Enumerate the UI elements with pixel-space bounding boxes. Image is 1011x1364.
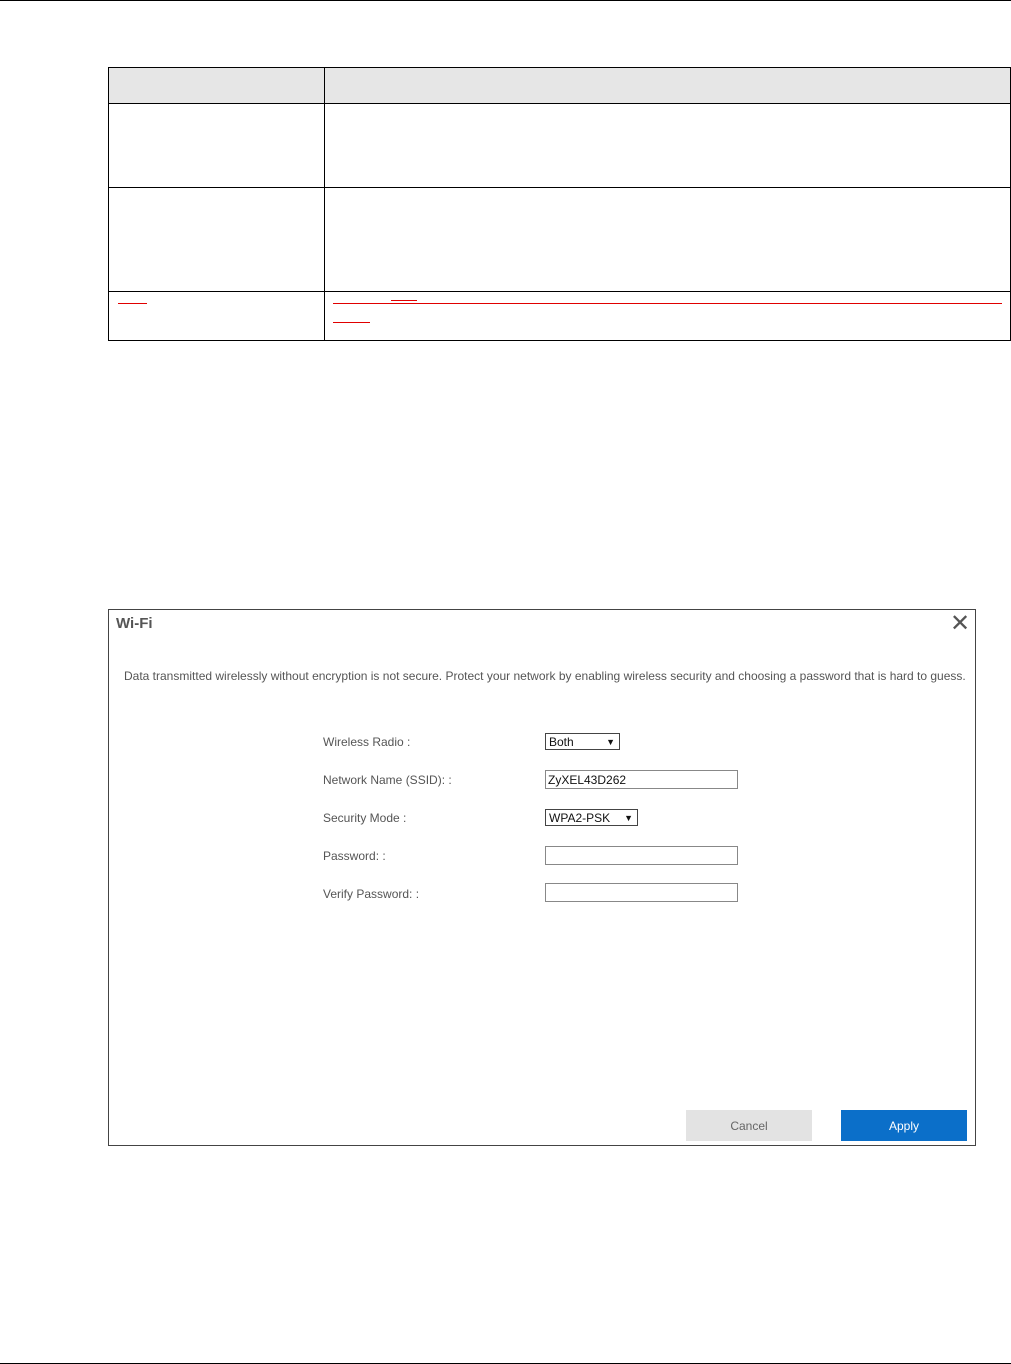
ssid-label: Network Name (SSID): : xyxy=(323,773,452,787)
wireless-radio-value: Both xyxy=(549,735,574,749)
table-cell xyxy=(324,291,1011,341)
security-mode-label: Security Mode : xyxy=(323,811,407,825)
password-label: Password: : xyxy=(323,849,386,863)
ssid-input[interactable] xyxy=(545,770,738,789)
security-mode-value: WPA2-PSK xyxy=(549,811,611,825)
description-table xyxy=(108,67,1011,341)
table-cell xyxy=(108,103,325,188)
dropdown-arrow-icon: ▼ xyxy=(606,737,615,747)
redline-mark xyxy=(391,300,417,301)
table-header-row xyxy=(108,67,1011,104)
cancel-button[interactable]: Cancel xyxy=(686,1110,812,1141)
redline-mark xyxy=(333,303,1002,304)
wifi-dialog: Wi-Fi ✕ Data transmitted wirelessly with… xyxy=(108,609,976,1146)
dialog-title: Wi-Fi xyxy=(116,615,153,632)
table-row xyxy=(108,187,1011,292)
verify-password-input[interactable] xyxy=(545,883,738,902)
header-rule xyxy=(0,0,1011,1)
dropdown-arrow-icon: ▼ xyxy=(624,813,633,823)
security-mode-select[interactable]: WPA2-PSK ▼ xyxy=(545,809,638,826)
table-row xyxy=(108,103,1011,188)
redline-mark xyxy=(333,322,370,323)
table-cell xyxy=(108,291,325,341)
table-header-cell xyxy=(324,67,1011,104)
password-input[interactable] xyxy=(545,846,738,865)
apply-button[interactable]: Apply xyxy=(841,1110,967,1141)
security-warning-text: Data transmitted wirelessly without encr… xyxy=(124,669,966,683)
wireless-radio-select[interactable]: Both ▼ xyxy=(545,733,620,750)
table-cell xyxy=(324,103,1011,188)
close-icon[interactable]: ✕ xyxy=(949,612,971,636)
table-cell xyxy=(108,187,325,292)
table-cell xyxy=(324,187,1011,292)
table-header-cell xyxy=(108,67,325,104)
verify-password-label: Verify Password: : xyxy=(323,887,420,901)
wireless-radio-label: Wireless Radio : xyxy=(323,735,411,749)
redline-mark xyxy=(118,303,147,304)
table-row xyxy=(108,291,1011,341)
